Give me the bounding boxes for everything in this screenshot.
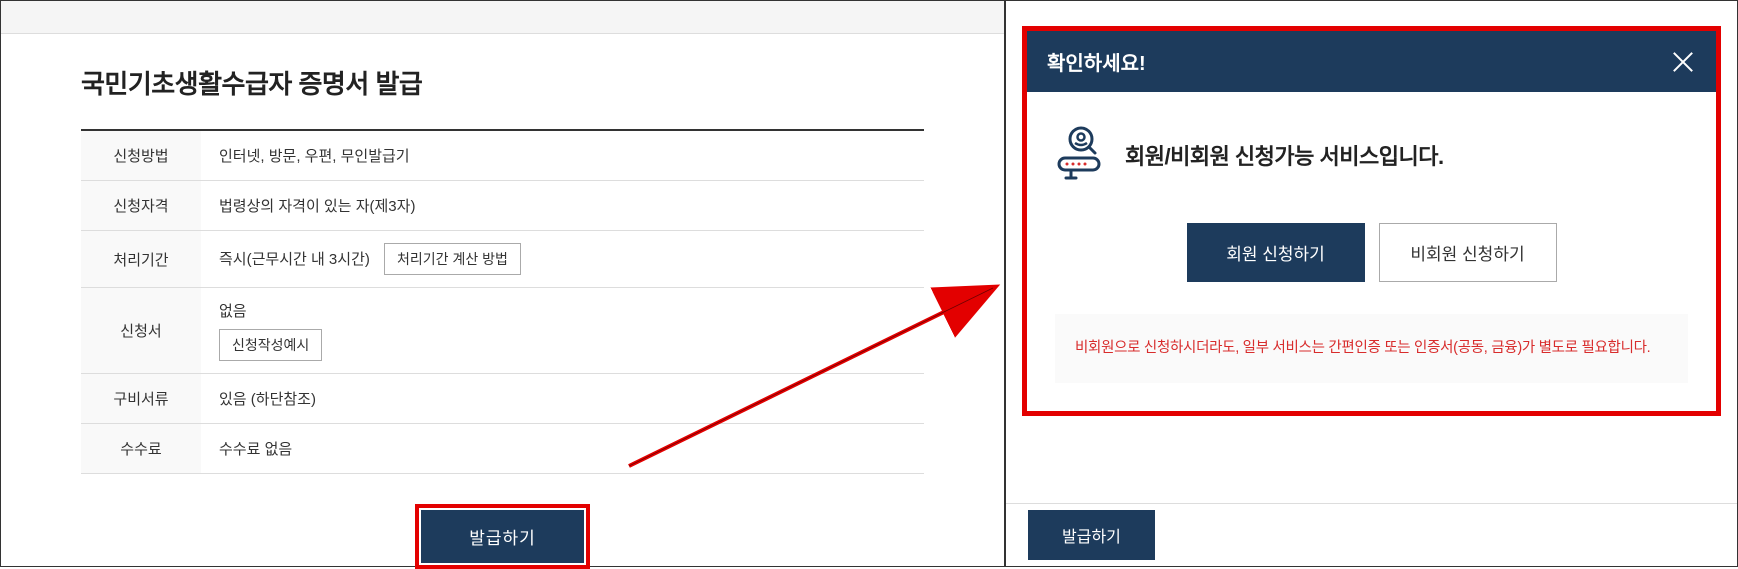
modal-title: 확인하세요! <box>1047 47 1146 76</box>
background-divider <box>1006 503 1737 504</box>
row-value: 즉시(근무시간 내 3시간) 처리기간 계산 방법 <box>201 231 924 288</box>
table-row: 신청서 없음 신청작성예시 <box>81 288 924 374</box>
modal-notice: 비회원으로 신청하시더라도, 일부 서비스는 간편인증 또는 인증서(공동, 금… <box>1055 314 1688 383</box>
row-value: 법령상의 자격이 있는 자(제3자) <box>201 181 924 231</box>
table-row: 신청자격 법령상의 자격이 있는 자(제3자) <box>81 181 924 231</box>
row-label: 신청서 <box>81 288 201 374</box>
issue-button-highlight: 발급하기 <box>415 504 590 569</box>
row-label: 수수료 <box>81 424 201 474</box>
modal-header: 확인하세요! <box>1027 31 1716 92</box>
row-label: 구비서류 <box>81 374 201 424</box>
row-value: 있음 (하단참조) <box>201 374 924 424</box>
row-label: 신청자격 <box>81 181 201 231</box>
table-row: 구비서류 있음 (하단참조) <box>81 374 924 424</box>
close-icon[interactable] <box>1670 49 1696 75</box>
table-row: 처리기간 즉시(근무시간 내 3시간) 처리기간 계산 방법 <box>81 231 924 288</box>
table-row: 수수료 수수료 없음 <box>81 424 924 474</box>
row-text: 없음 <box>219 300 906 321</box>
row-text: 즉시(근무시간 내 3시간) <box>219 251 370 268</box>
member-apply-button[interactable]: 회원 신청하기 <box>1187 223 1365 282</box>
user-search-icon <box>1055 124 1107 185</box>
top-bar <box>1 1 1004 34</box>
main-content-panel: 국민기초생활수급자 증명서 발급 신청방법 인터넷, 방문, 우편, 무인발급기… <box>0 0 1005 567</box>
row-label: 신청방법 <box>81 130 201 181</box>
issue-button[interactable]: 발급하기 <box>421 510 584 563</box>
modal-dialog: 확인하세요! <box>1022 26 1721 416</box>
row-label: 처리기간 <box>81 231 201 288</box>
form-sample-button[interactable]: 신청작성예시 <box>219 329 322 361</box>
modal-message: 회원/비회원 신청가능 서비스입니다. <box>1125 139 1444 171</box>
row-value: 없음 신청작성예시 <box>201 288 924 374</box>
page-title: 국민기초생활수급자 증명서 발급 <box>81 64 924 101</box>
row-value: 수수료 없음 <box>201 424 924 474</box>
table-row: 신청방법 인터넷, 방문, 우편, 무인발급기 <box>81 130 924 181</box>
background-issue-button[interactable]: 발급하기 <box>1028 510 1155 560</box>
row-value: 인터넷, 방문, 우편, 무인발급기 <box>201 130 924 181</box>
modal-panel: 확인하세요! <box>1005 0 1738 567</box>
info-table: 신청방법 인터넷, 방문, 우편, 무인발급기 신청자격 법령상의 자격이 있는… <box>81 129 924 474</box>
nonmember-apply-button[interactable]: 비회원 신청하기 <box>1379 223 1557 282</box>
calc-period-button[interactable]: 처리기간 계산 방법 <box>384 243 521 275</box>
